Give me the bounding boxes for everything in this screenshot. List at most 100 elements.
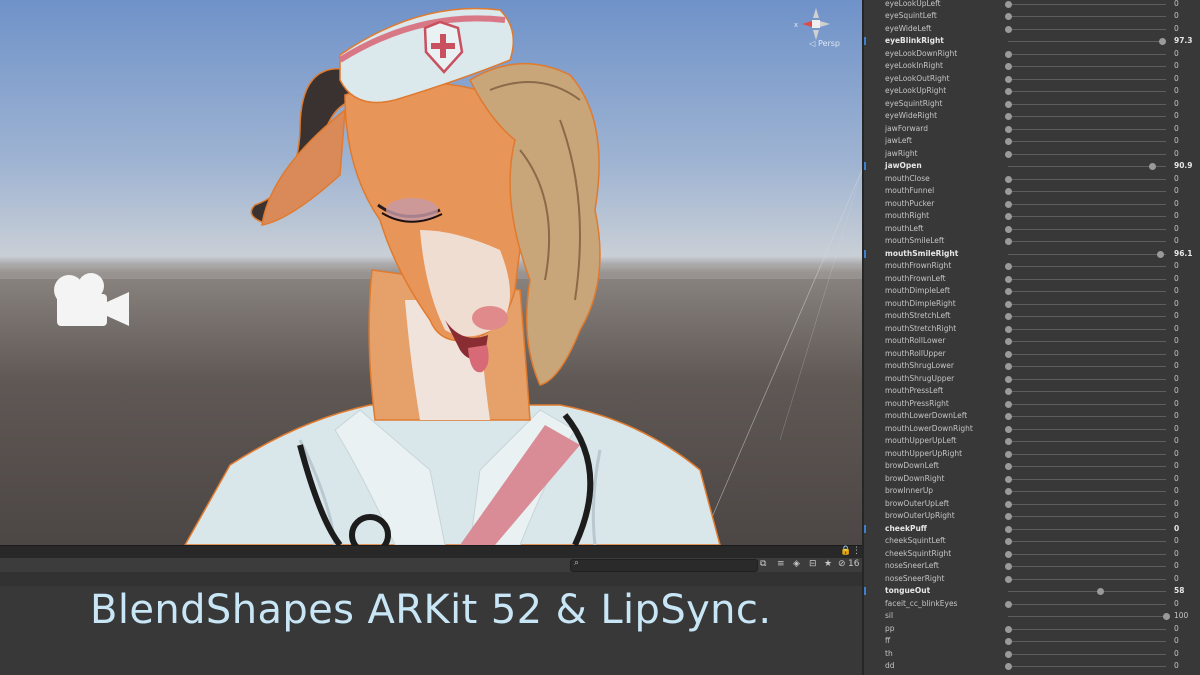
slider-handle[interactable]	[1005, 375, 1012, 383]
blendshape-row[interactable]: cheekPuff 0	[864, 523, 1200, 536]
slider-handle[interactable]	[1005, 350, 1012, 358]
slider-handle[interactable]	[1156, 250, 1164, 258]
blendshape-row[interactable]: cheekSquintLeft 0	[864, 535, 1200, 548]
slider-track[interactable]	[1008, 28, 1166, 30]
slider-handle[interactable]	[1005, 263, 1012, 270]
slider-handle[interactable]	[1005, 575, 1012, 583]
slider-track[interactable]	[1008, 316, 1166, 317]
slider-track[interactable]	[1008, 428, 1166, 430]
blendshape-row[interactable]: mouthRollUpper 0	[864, 348, 1200, 361]
blendshape-row[interactable]: mouthLowerDownRight 0	[864, 423, 1200, 436]
blendshape-value[interactable]: 0	[1174, 448, 1179, 460]
blendshape-row[interactable]: mouthFrownRight 0	[864, 260, 1200, 273]
blendshape-value[interactable]: 0	[1174, 223, 1179, 235]
blendshape-value[interactable]: 0	[1174, 273, 1179, 285]
video-camera-icon[interactable]	[47, 270, 131, 330]
slider-track[interactable]	[1008, 216, 1166, 217]
slider-track[interactable]	[1008, 3, 1166, 5]
blendshape-value[interactable]: 0	[1174, 460, 1179, 472]
slider-handle[interactable]	[1005, 450, 1012, 458]
slider-track[interactable]	[1008, 541, 1166, 542]
slider-handle[interactable]	[1005, 63, 1012, 70]
blendshape-value[interactable]: 0	[1174, 10, 1179, 22]
slider-track[interactable]	[1008, 603, 1166, 605]
slider-handle[interactable]	[1158, 38, 1166, 45]
slider-track[interactable]	[1008, 303, 1166, 305]
slider-handle[interactable]	[1005, 150, 1012, 158]
slider-track[interactable]	[1008, 228, 1166, 230]
blendshape-value[interactable]: 0	[1174, 473, 1179, 485]
slider-track[interactable]	[1008, 353, 1166, 355]
blendshape-row[interactable]: mouthLeft 0	[864, 223, 1200, 236]
blendshape-row[interactable]: jawForward 0	[864, 123, 1200, 136]
slider-track[interactable]	[1008, 91, 1166, 92]
blendshape-value[interactable]: 0	[1174, 485, 1179, 497]
blendshape-row[interactable]: browInnerUp 0	[864, 485, 1200, 498]
slider-track[interactable]	[1008, 153, 1166, 155]
blendshape-row[interactable]: mouthClose 0	[864, 173, 1200, 186]
blendshape-value[interactable]: 58	[1174, 585, 1184, 597]
blendshape-value[interactable]: 96.1	[1174, 248, 1193, 260]
slider-track[interactable]	[1008, 253, 1166, 255]
blendshape-value[interactable]: 0	[1174, 660, 1179, 672]
blendshape-row[interactable]: mouthPressLeft 0	[864, 385, 1200, 398]
slider-handle[interactable]	[1005, 563, 1012, 570]
lock-icon[interactable]: 🔒	[840, 546, 851, 556]
slider-track[interactable]	[1008, 328, 1166, 330]
slider-track[interactable]	[1008, 366, 1166, 367]
label-icon[interactable]: ◈	[793, 559, 800, 569]
blendshape-value[interactable]: 0	[1174, 285, 1179, 297]
slider-track[interactable]	[1008, 641, 1166, 642]
blendshape-row[interactable]: pp 0	[864, 623, 1200, 636]
slider-handle[interactable]	[1005, 500, 1012, 508]
blendshape-value[interactable]: 0	[1174, 73, 1179, 85]
blendshape-row[interactable]: mouthFunnel 0	[864, 185, 1200, 198]
blendshape-row[interactable]: mouthUpperUpLeft 0	[864, 435, 1200, 448]
blendshape-value[interactable]: 0	[1174, 648, 1179, 660]
blendshape-value[interactable]: 0	[1174, 635, 1179, 647]
slider-handle[interactable]	[1005, 550, 1012, 558]
blendshape-value[interactable]: 0	[1174, 298, 1179, 310]
blendshape-row[interactable]: mouthShrugLower 0	[864, 360, 1200, 373]
slider-handle[interactable]	[1005, 138, 1012, 145]
slider-handle[interactable]	[1005, 438, 1012, 445]
blendshape-row[interactable]: mouthRight 0	[864, 210, 1200, 223]
slider-track[interactable]	[1008, 41, 1166, 42]
blendshape-row[interactable]: faceit_cc_blinkEyes 0	[864, 598, 1200, 611]
blendshape-row[interactable]: jawOpen 90.9	[864, 160, 1200, 173]
slider-handle[interactable]	[1005, 475, 1012, 483]
slider-track[interactable]	[1008, 191, 1166, 192]
menu-dots-icon[interactable]: ⋮	[852, 546, 861, 556]
blendshape-value[interactable]: 0	[1174, 260, 1179, 272]
blendshape-row[interactable]: mouthPressRight 0	[864, 398, 1200, 411]
slider-track[interactable]	[1008, 516, 1166, 517]
slider-handle[interactable]	[1005, 463, 1012, 470]
slider-track[interactable]	[1008, 53, 1166, 55]
slider-track[interactable]	[1008, 528, 1166, 530]
blendshape-row[interactable]: mouthUpperUpRight 0	[864, 448, 1200, 461]
slider-handle[interactable]	[1005, 50, 1012, 58]
slider-track[interactable]	[1008, 203, 1166, 205]
blendshape-value[interactable]: 0	[1174, 173, 1179, 185]
blendshape-row[interactable]: noseSneerLeft 0	[864, 560, 1200, 573]
blendshape-value[interactable]: 0	[1174, 23, 1179, 35]
sort-icon[interactable]: ⊟	[809, 559, 817, 569]
blendshape-value[interactable]: 0	[1174, 423, 1179, 435]
slider-track[interactable]	[1008, 128, 1166, 130]
slider-track[interactable]	[1008, 66, 1166, 67]
blendshape-row[interactable]: mouthLowerDownLeft 0	[864, 410, 1200, 423]
blendshape-value[interactable]: 0	[1174, 85, 1179, 97]
blendshape-value[interactable]: 0	[1174, 560, 1179, 572]
slider-handle[interactable]	[1005, 388, 1012, 395]
slider-handle[interactable]	[1005, 13, 1012, 20]
blendshape-row[interactable]: eyeSquintRight 0	[864, 98, 1200, 111]
slider-track[interactable]	[1008, 266, 1166, 267]
slider-handle[interactable]	[1005, 400, 1012, 408]
blendshape-value[interactable]: 100	[1174, 610, 1188, 622]
blendshape-value[interactable]: 0	[1174, 435, 1179, 447]
blendshape-row[interactable]: eyeBlinkRight 97.3	[864, 35, 1200, 48]
slider-handle[interactable]	[1163, 613, 1170, 620]
slider-handle[interactable]	[1005, 238, 1012, 245]
blendshape-value[interactable]: 0	[1174, 623, 1179, 635]
slider-track[interactable]	[1008, 616, 1166, 617]
